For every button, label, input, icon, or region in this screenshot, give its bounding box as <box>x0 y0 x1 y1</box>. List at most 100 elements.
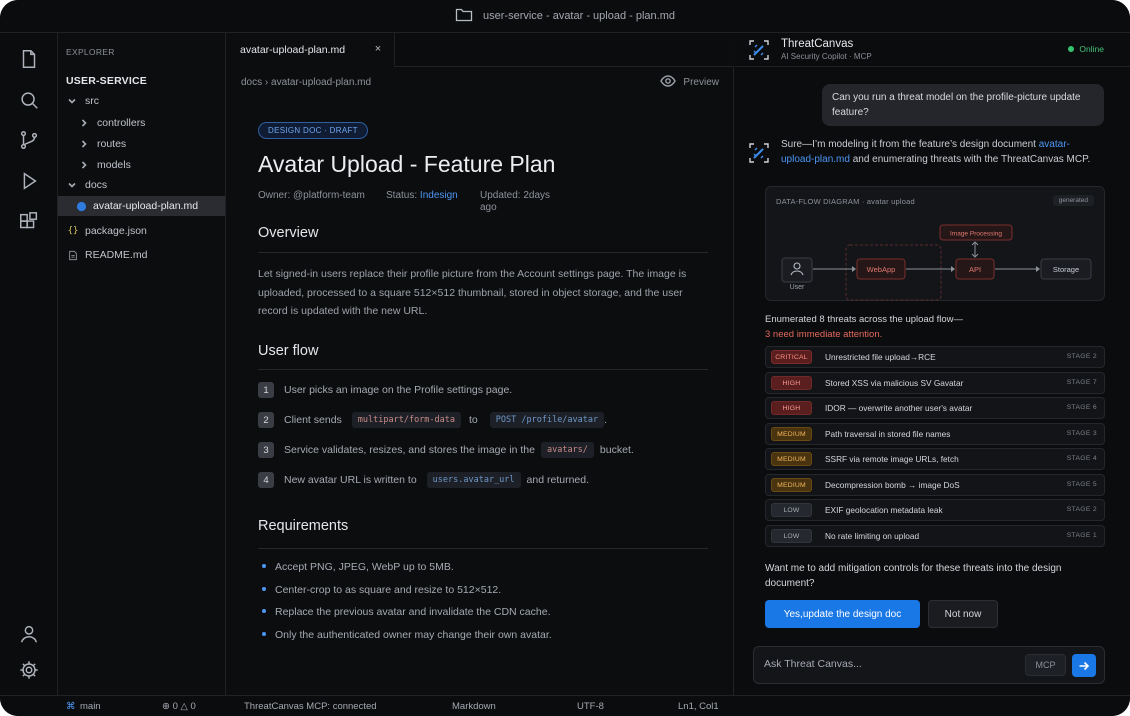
chevron-right-icon <box>79 139 89 149</box>
step-number: 2 <box>258 412 274 428</box>
step-text: User picks an image on the Profile setti… <box>284 384 513 396</box>
update-design-doc-button[interactable]: Yes,update the design doc <box>765 600 920 628</box>
threat-stage: STAGE 5 <box>1066 481 1097 488</box>
file-encoding[interactable]: UTF-8 <box>577 701 604 712</box>
copilot-header: ThreatCanvas AI Security Copilot · MCP O… <box>735 33 1130 67</box>
tree-file-package-json[interactable]: {} package.json <box>58 221 225 241</box>
flow-step: 1 User picks an image on the Profile set… <box>258 381 512 399</box>
not-now-button[interactable]: Not now <box>928 600 998 628</box>
threat-row[interactable]: MEDIUM SSRF via remote image URLs, fetch… <box>765 448 1105 470</box>
threat-row[interactable]: MEDIUM Path traversal in stored file nam… <box>765 423 1105 445</box>
problems-count[interactable]: ⊕ 0 △ 0 <box>162 701 196 712</box>
severity-badge: HIGH <box>771 401 812 415</box>
chat-input[interactable] <box>764 658 1014 670</box>
tree-folder-src[interactable]: src <box>58 91 225 111</box>
inline-code: POST /profile/avatar <box>489 412 605 428</box>
step-text: Service validates, resizes, and stores t… <box>284 444 535 456</box>
assistant-message: Sure—I’m modeling it from the feature’s … <box>781 137 1101 167</box>
explorer-title: EXPLORER <box>66 47 115 57</box>
branch-name[interactable]: main <box>80 701 101 712</box>
language-mode[interactable]: Markdown <box>452 701 496 712</box>
threat-title: SSRF via remote image URLs, fetch <box>825 454 959 464</box>
flow-step: 3 Service validates, resizes, and stores… <box>258 441 634 459</box>
online-label: Online <box>1079 44 1104 54</box>
step-text: to <box>469 414 478 426</box>
cursor-position[interactable]: Ln1, Col1 <box>678 701 719 712</box>
step-text: . <box>604 414 608 426</box>
arrow-head <box>1036 266 1040 272</box>
tab-avatar-upload-plan[interactable]: avatar-upload-plan.md × <box>227 33 395 67</box>
tree-label: README.md <box>85 249 148 261</box>
threat-title: Stored XSS via malicious SV Gavatar <box>825 378 964 388</box>
threat-row[interactable]: LOW No rate limiting on upload STAGE 1 <box>765 525 1105 547</box>
tree-label: src <box>85 95 99 107</box>
files-icon[interactable] <box>17 47 41 71</box>
step-number: 4 <box>258 472 274 488</box>
severity-badge: MEDIUM <box>771 452 812 466</box>
user-flow-divider <box>258 369 708 370</box>
run-icon[interactable] <box>17 169 41 193</box>
activity-bar <box>0 33 58 695</box>
overview-divider <box>258 252 708 253</box>
chevron-right-icon <box>79 118 89 128</box>
tree-folder-controllers[interactable]: controllers <box>58 113 225 133</box>
tree-folder-docs[interactable]: docs <box>58 175 225 195</box>
threat-row[interactable]: HIGH IDOR — overwrite another user's ava… <box>765 397 1105 419</box>
requirement-item: Replace the previous avatar and invalida… <box>262 606 551 618</box>
chevron-right-icon <box>79 160 89 170</box>
threat-stage: STAGE 2 <box>1066 506 1097 513</box>
threat-row[interactable]: CRITICAL Unrestricted file upload→RCE ST… <box>765 346 1105 368</box>
doc-status-label: Status: <box>386 190 418 201</box>
breadcrumb[interactable]: docs › avatar-upload-plan.md <box>241 77 371 88</box>
account-icon[interactable] <box>17 622 41 646</box>
tree-file-avatar-upload-plan[interactable]: avatar-upload-plan.md <box>58 196 225 216</box>
status-bar: ⌘ main ⊕ 0 △ 0 ThreatCanvas MCP: connect… <box>0 695 1130 716</box>
json-file-icon: {} <box>67 226 79 236</box>
node-storage-label: Storage <box>1053 265 1079 274</box>
status-dot-icon <box>1068 46 1075 52</box>
arrow-head <box>852 266 856 272</box>
requirement-text: Only the authenticated owner may change … <box>275 629 552 641</box>
threat-row[interactable]: LOW EXIF geolocation metadata leak STAGE… <box>765 499 1105 521</box>
user-flow-heading: User flow <box>258 343 319 359</box>
threat-stage: STAGE 1 <box>1066 532 1097 539</box>
assistant-avatar-icon <box>749 143 769 163</box>
editor-pane: avatar-upload-plan.md × docs › avatar-up… <box>227 33 734 695</box>
threat-summary: Enumerated 8 threats across the upload f… <box>765 312 963 342</box>
tab-bar: avatar-upload-plan.md × <box>227 33 734 67</box>
extensions-icon[interactable] <box>17 210 41 234</box>
source-control-icon[interactable] <box>17 128 41 152</box>
send-button[interactable] <box>1072 654 1096 677</box>
tree-folder-models[interactable]: models <box>58 155 225 175</box>
bullet-icon <box>262 564 266 569</box>
app-window: user-service - avatar - upload - plan.md… <box>0 0 1130 716</box>
text-file-icon <box>67 249 79 261</box>
step-text: and returned. <box>526 474 590 486</box>
overview-heading: Overview <box>258 225 319 241</box>
explorer-root[interactable]: USER-SERVICE <box>66 75 147 87</box>
inline-code: users.avatar_url <box>426 472 521 488</box>
requirement-text: Replace the previous avatar and invalida… <box>275 606 551 618</box>
doc-updated-line1: Updated: 2days <box>480 190 551 201</box>
branch-icon: ⌘ <box>66 701 76 712</box>
severity-badge: LOW <box>771 503 812 517</box>
tab-label: avatar-upload-plan.md <box>240 44 346 56</box>
search-icon[interactable] <box>17 88 41 112</box>
bullet-icon <box>262 587 266 592</box>
threat-title: Decompression bomb → image DoS <box>825 480 960 490</box>
mcp-chip[interactable]: MCP <box>1025 654 1066 676</box>
severity-badge: MEDIUM <box>771 478 812 492</box>
mcp-connection-status[interactable]: ThreatCanvas MCP: connected <box>244 701 377 712</box>
threat-row[interactable]: HIGH Stored XSS via malicious SV Gavatar… <box>765 372 1105 394</box>
settings-gear-icon[interactable] <box>17 658 41 682</box>
tree-folder-routes[interactable]: routes <box>58 134 225 154</box>
preview-button[interactable]: Preview <box>660 75 719 90</box>
assistant-text: and enumerating threats with the ThreatC… <box>852 154 1091 165</box>
tree-file-readme[interactable]: README.md <box>58 245 225 265</box>
threat-row[interactable]: MEDIUM Decompression bomb → image DoS ST… <box>765 474 1105 496</box>
doc-status-value[interactable]: Indesign <box>420 190 458 201</box>
close-icon[interactable]: × <box>372 43 384 55</box>
title-bar: user-service - avatar - upload - plan.md <box>0 0 1130 33</box>
page-title: Avatar Upload - Feature Plan <box>258 151 556 177</box>
markdown-file-icon <box>75 200 87 212</box>
